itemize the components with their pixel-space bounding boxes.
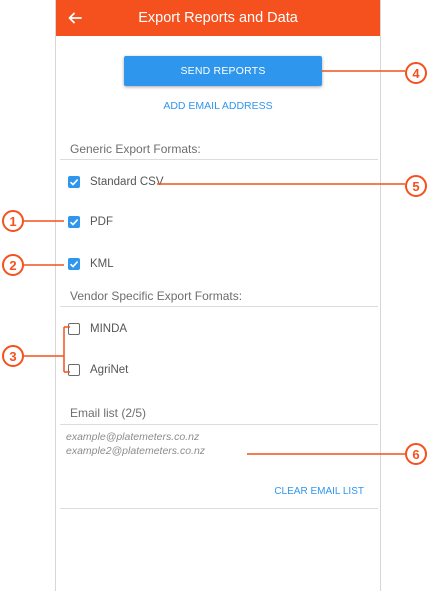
callout-1: 1 — [2, 210, 24, 232]
callout-lines — [24, 70, 405, 455]
callout-5: 5 — [405, 175, 427, 197]
callout-3: 3 — [2, 345, 24, 367]
callout-6: 6 — [405, 443, 427, 465]
callout-4: 4 — [405, 62, 427, 84]
callout-2: 2 — [2, 254, 24, 276]
